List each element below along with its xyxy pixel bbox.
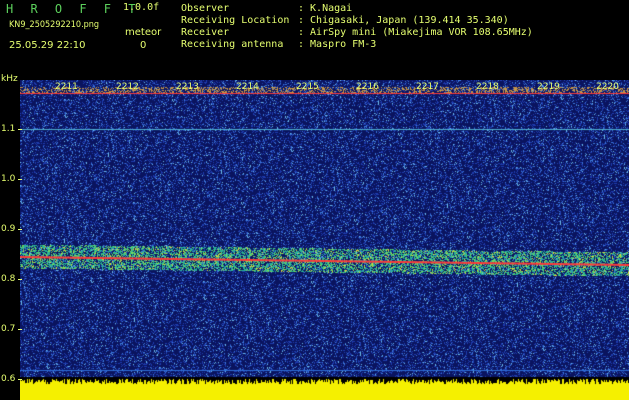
meteor-count: 0: [140, 40, 147, 51]
image-filename: KN9_2505292210.png: [9, 20, 100, 30]
y-tick-label: 0.7: [1, 324, 16, 334]
y-tick-mark: [18, 329, 22, 330]
y-tick-label: 1.0: [1, 174, 16, 184]
x-tick-label: 2219: [537, 82, 560, 92]
x-tick-label: 2216: [356, 82, 379, 92]
x-tick-label: 2212: [116, 82, 139, 92]
antenna-label: Receiving antenna: [181, 39, 284, 50]
observation-datetime: 25.05.29 22:10: [9, 40, 86, 51]
y-tick-mark: [18, 379, 22, 380]
app-title: H R O F F T: [6, 2, 141, 16]
x-tick-label: 2217: [416, 82, 439, 92]
y-tick-label: 0.9: [1, 224, 16, 234]
x-tick-label: 2213: [176, 82, 199, 92]
y-tick-label: 0.6: [1, 374, 16, 384]
y-tick-label: 0.8: [1, 274, 16, 284]
location-label: Receiving Location: [181, 15, 290, 26]
antenna-value: : Maspro FM-3: [298, 39, 377, 50]
x-tick-label: 2220: [596, 82, 619, 92]
x-tick-label: 2211: [55, 82, 78, 92]
y-tick-mark: [18, 179, 22, 180]
x-tick-label: 2218: [476, 82, 499, 92]
y-tick-mark: [18, 229, 22, 230]
observer-label: Observer: [181, 3, 230, 14]
receiver-value: : AirSpy mini (Miakejima VOR 108.65MHz): [298, 27, 533, 38]
y-tick-mark: [18, 279, 22, 280]
y-tick-label: 1.1: [1, 124, 16, 134]
observer-value: : K.Nagai: [298, 3, 353, 14]
x-tick-label: 2215: [296, 82, 319, 92]
receiver-label: Receiver: [181, 27, 230, 38]
app-version: 1.0.0f: [123, 2, 160, 13]
meteor-label: meteor: [125, 27, 162, 38]
x-tick-label: 2214: [236, 82, 259, 92]
header-panel: H R O F F T 1.0.0f KN9_2505292210.png me…: [0, 0, 629, 80]
spectrogram-canvas: [20, 80, 629, 400]
location-value: : Chigasaki, Japan (139.414 35.340): [298, 15, 509, 26]
y-tick-mark: [18, 129, 22, 130]
y-axis-unit: kHz: [1, 74, 18, 84]
spectrogram-panel: [0, 80, 629, 400]
